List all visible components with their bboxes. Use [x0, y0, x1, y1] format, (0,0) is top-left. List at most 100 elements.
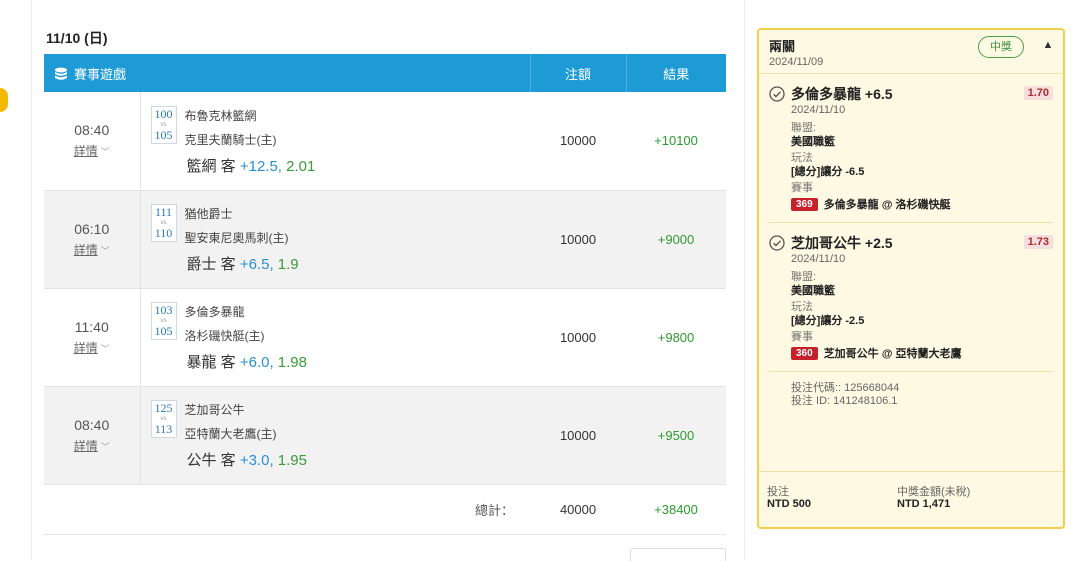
chevron-down-icon[interactable]: ﹀	[101, 244, 110, 257]
side-toggle-tab[interactable]	[0, 88, 8, 112]
team1-number: 100	[154, 106, 173, 121]
match-time: 06:10	[74, 220, 110, 237]
team1-name: 猶他爵士	[184, 207, 233, 221]
team-names: 多倫多暴龍 洛杉磯快艇(主)	[185, 302, 265, 345]
column-header-game-label: 賽事遊戲	[74, 66, 127, 82]
column-header-result: 結果	[626, 54, 727, 92]
league-value: 美國職籃	[791, 136, 835, 148]
details-link[interactable]: 詳情	[74, 243, 98, 257]
ticket-leg: 多倫多暴龍 +6.5 2024/11/10 1.70 聯盟: 美國職籃 玩法 […	[759, 74, 1063, 212]
pick-odds: 1.98	[277, 354, 307, 371]
leg-selection: 芝加哥公牛 +2.5	[791, 235, 893, 251]
pick: 籃網 客 +12.5, 2.01	[187, 155, 531, 176]
ticket-leg: 芝加哥公牛 +2.5 2024/11/10 1.73 聯盟: 美國職籃 玩法 […	[759, 223, 1063, 361]
bet-id: 投注 ID: 141248106.1	[791, 395, 898, 407]
total-label: 總計：	[44, 484, 531, 535]
leg-date: 2024/11/10	[791, 104, 846, 116]
won-badge: 中獎	[978, 36, 1024, 58]
pagination-box[interactable]	[630, 548, 726, 561]
details-link[interactable]: 詳情	[74, 144, 98, 158]
details-link[interactable]: 詳情	[74, 341, 98, 355]
leg-details: 聯盟: 美國職籃 玩法 [總分]讓分 -6.5 賽事 369 多倫多暴龍 @ 洛…	[769, 122, 1053, 212]
left-rail	[0, 0, 32, 561]
team2-number: 105	[154, 127, 173, 142]
chevron-down-icon[interactable]: ﹀	[101, 342, 110, 355]
date-heading: 11/10 (日)	[46, 30, 108, 46]
team2-number: 113	[154, 422, 173, 436]
event-line: 360 芝加哥公牛 @ 亞特蘭大老鷹	[791, 345, 1053, 361]
market-value: [總分]讓分 -6.5	[791, 166, 865, 178]
bets-table: 賽事遊戲 注額 結果 08:40 詳情 ﹀ 100 vs 105 布魯克林籃網 …	[44, 54, 727, 535]
event-label: 賽事	[791, 182, 813, 194]
result-cell: +9500	[626, 386, 727, 485]
payout-value: NTD 1,471	[897, 498, 951, 510]
team-names: 猶他爵士 聖安東尼奧馬刺(主)	[185, 204, 289, 247]
leg-header: 多倫多暴龍 +6.5 2024/11/10 1.70	[769, 84, 1053, 116]
team1-number: 111	[154, 205, 173, 219]
total-stake: 40000	[530, 484, 627, 535]
leg-selection: 多倫多暴龍 +6.5	[791, 86, 893, 102]
database-icon	[55, 67, 67, 80]
leg-details: 聯盟: 美國職籃 玩法 [總分]讓分 -2.5 賽事 360 芝加哥公牛 @ 亞…	[769, 271, 1053, 361]
time-cell: 08:40 詳情 ﹀	[44, 386, 141, 485]
match-cell: 103 vs 105 多倫多暴龍 洛杉磯快艇(主) 暴龍 客 +6.0, 1.9…	[140, 288, 531, 387]
table-row: 06:10 詳情 ﹀ 111 vs 110 猶他爵士 聖安東尼奧馬刺(主) 爵士…	[44, 190, 727, 289]
payout-label: 中獎金額(未稅)	[897, 486, 971, 498]
match-cell: 100 vs 105 布魯克林籃網 克里夫蘭騎士(主) 籃網 客 +12.5, …	[140, 92, 531, 191]
team-number-box: 100 vs 105	[150, 105, 177, 144]
result-cell: +10100	[626, 92, 727, 191]
team1-number: 103	[154, 303, 173, 317]
result-cell: +9800	[626, 288, 727, 387]
pick-handicap: +12.5,	[239, 157, 282, 175]
details-label: 詳情	[73, 438, 98, 453]
team-names: 布魯克林籃網 克里夫蘭騎士(主)	[185, 106, 277, 149]
pick-handicap: +3.0,	[239, 452, 274, 469]
chevron-down-icon[interactable]: ﹀	[101, 440, 110, 453]
chevron-down-icon[interactable]: ﹀	[101, 145, 110, 158]
table-row: 08:40 詳情 ﹀ 125 vs 113 芝加哥公牛 亞特蘭大老鷹(主) 公牛…	[44, 386, 727, 485]
teams: 111 vs 110 猶他爵士 聖安東尼奧馬刺(主)	[150, 204, 531, 247]
bet-history-main: 11/10 (日) 賽事遊戲 注額 結果 08:40 詳情 ﹀ 100 vs 1…	[44, 24, 727, 535]
match-time: 11:40	[74, 318, 109, 335]
ticket-codes: 投注代碼:: 125668044 投注 ID: 141248106.1	[759, 372, 1063, 408]
match-time: 08:40	[74, 122, 110, 139]
team2-number: 110	[154, 226, 173, 240]
column-header-stake: 注額	[530, 54, 627, 92]
league-label: 聯盟:	[791, 122, 817, 134]
market-label: 玩法	[791, 301, 813, 313]
team1-number: 125	[154, 401, 173, 415]
pick-team: 暴龍 客	[186, 354, 236, 371]
teams: 103 vs 105 多倫多暴龍 洛杉磯快艇(主)	[150, 302, 531, 345]
pick-team: 爵士 客	[186, 256, 236, 273]
team2-name: 洛杉磯快艇(主)	[184, 329, 265, 343]
check-circle-icon	[769, 86, 785, 102]
team2-name: 亞特蘭大老鷹(主)	[184, 427, 277, 441]
leg-odds: 1.70	[1023, 86, 1053, 100]
table-row: 11:40 詳情 ﹀ 103 vs 105 多倫多暴龍 洛杉磯快艇(主) 暴龍 …	[44, 288, 727, 387]
total-result: +38400	[626, 484, 727, 535]
team-number-box: 103 vs 105	[150, 302, 177, 340]
event-line: 369 多倫多暴龍 @ 洛杉磯快艇	[791, 196, 1053, 212]
pick-handicap: +6.5,	[239, 256, 274, 273]
league-label: 聯盟:	[791, 271, 817, 283]
market-value: [總分]讓分 -2.5	[791, 315, 865, 327]
details-label: 詳情	[73, 340, 98, 355]
details-link[interactable]: 詳情	[74, 439, 98, 453]
pick-handicap: +6.0,	[239, 354, 274, 371]
event-name: 芝加哥公牛 @ 亞特蘭大老鷹	[823, 348, 962, 360]
time-cell: 08:40 詳情 ﹀	[44, 92, 141, 191]
stake-summary: 投注 NTD 500	[767, 486, 811, 511]
pick: 公牛 客 +3.0, 1.95	[187, 449, 531, 470]
league-value: 美國職籃	[791, 285, 835, 297]
match-time: 08:40	[74, 416, 110, 433]
teams: 125 vs 113 芝加哥公牛 亞特蘭大老鷹(主)	[150, 400, 531, 443]
column-header-game: 賽事遊戲	[44, 54, 531, 92]
chevron-up-icon[interactable]: ▲	[1041, 38, 1055, 52]
payout-summary: 中獎金額(未稅) NTD 1,471	[897, 486, 970, 511]
result-cell: +9000	[626, 190, 727, 289]
event-id-badge: 360	[791, 346, 818, 360]
time-cell: 11:40 詳情 ﹀	[44, 288, 141, 387]
leg-odds: 1.73	[1023, 235, 1053, 249]
pick: 暴龍 客 +6.0, 1.98	[187, 351, 531, 372]
team-names: 芝加哥公牛 亞特蘭大老鷹(主)	[185, 400, 277, 443]
